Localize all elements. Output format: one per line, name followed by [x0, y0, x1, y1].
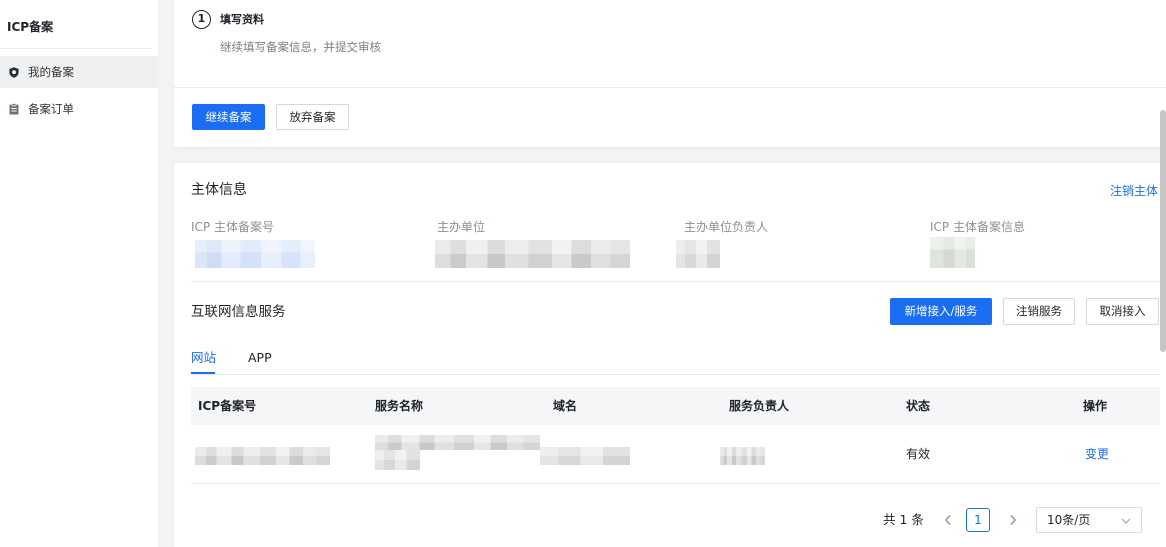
status-cell: 有效 [906, 447, 931, 461]
shield-icon [8, 66, 20, 78]
step-number-badge: 1 [192, 10, 211, 29]
sidebar-item-label: 我的备案 [28, 65, 74, 79]
redacted-value [375, 435, 540, 450]
redacted-value [540, 447, 630, 465]
service-section-title: 互联网信息服务 [191, 304, 286, 320]
column-header-actions: 操作 [1083, 399, 1108, 413]
page-size-value: 10条/页 [1047, 513, 1091, 527]
redacted-value [435, 240, 630, 268]
redacted-value [930, 237, 975, 268]
step-description: 继续填写备案信息，并提交审核 [220, 40, 381, 54]
cancel-entity-link[interactable]: 注销主体 [1110, 183, 1158, 199]
step-title: 填写资料 [220, 13, 264, 26]
pagination-total: 共 1 条 [883, 512, 924, 527]
tab-app[interactable]: APP [248, 350, 272, 366]
sidebar-item-label: 备案订单 [28, 102, 74, 116]
redacted-value [195, 447, 330, 465]
entity-section-title: 主体信息 [191, 182, 247, 198]
filing-step-card: 1 填写资料 继续填写备案信息，并提交审核 继续备案 放弃备案 [174, 0, 1166, 147]
chevron-down-icon [1121, 518, 1131, 524]
tab-website[interactable]: 网站 [191, 350, 216, 366]
abandon-filing-button[interactable]: 放弃备案 [276, 104, 349, 130]
continue-filing-button[interactable]: 继续备案 [192, 104, 265, 130]
column-header-status: 状态 [906, 399, 931, 413]
step-divider [174, 87, 1166, 88]
field-label-sponsor: 主办单位 [437, 220, 486, 234]
redacted-value [195, 240, 315, 268]
table-row-border [191, 483, 1160, 484]
column-header-service-owner: 服务负责人 [729, 399, 790, 413]
field-label-icp-entity-info: ICP 主体备案信息 [930, 220, 1025, 234]
redacted-value [375, 450, 420, 470]
sidebar: ICP备案 我的备案 备案订单 [0, 0, 158, 547]
field-label-sponsor-owner: 主办单位负责人 [684, 220, 769, 234]
field-label-icp-entity-number: ICP 主体备案号 [191, 220, 274, 234]
table-header [191, 387, 1160, 425]
chevron-right-icon[interactable] [1008, 514, 1018, 526]
chevron-left-icon[interactable] [943, 514, 953, 526]
cancel-access-button[interactable]: 取消接入 [1086, 298, 1159, 325]
cancel-service-button[interactable]: 注销服务 [1003, 298, 1075, 325]
tab-bar-border [191, 374, 1160, 375]
filing-info-card: 主体信息 注销主体 ICP 主体备案号 主办单位 主办单位负责人 ICP 主体备… [174, 163, 1166, 547]
sidebar-item-filing-orders[interactable]: 备案订单 [0, 93, 158, 125]
pagination-page-current[interactable]: 1 [966, 508, 990, 532]
column-header-domain: 域名 [553, 399, 578, 413]
change-link[interactable]: 变更 [1085, 446, 1109, 462]
clipboard-icon [8, 103, 20, 115]
sidebar-title: ICP备案 [7, 20, 54, 34]
add-access-service-button[interactable]: 新增接入/服务 [890, 298, 992, 325]
sidebar-item-my-filings[interactable]: 我的备案 [0, 56, 158, 88]
redacted-value [720, 447, 765, 465]
section-divider [191, 281, 1160, 282]
redacted-value [676, 240, 720, 268]
column-header-service-name: 服务名称 [375, 399, 424, 413]
column-header-icp-number: ICP备案号 [198, 399, 257, 413]
scrollbar-thumb[interactable] [1160, 110, 1166, 352]
page-size-select[interactable]: 10条/页 [1036, 507, 1142, 533]
sidebar-divider [0, 48, 152, 49]
